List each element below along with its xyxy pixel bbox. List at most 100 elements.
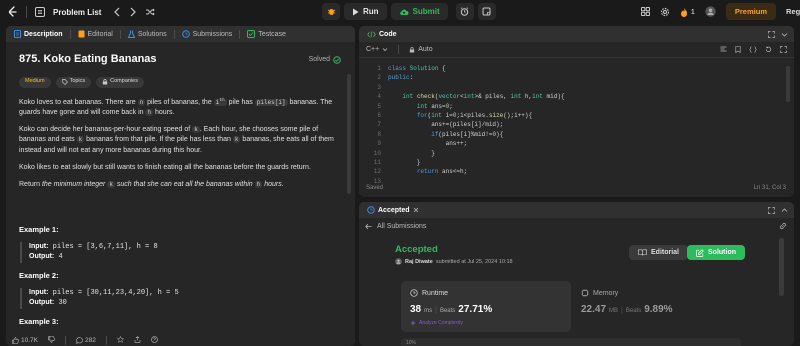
code-text: } [388,149,435,157]
debug-button[interactable] [322,3,340,20]
collapse-icon[interactable] [781,207,788,214]
tab-editorial[interactable]: Editorial [75,30,116,38]
bookmark-icon[interactable] [735,46,741,53]
memory-unit: MB [609,308,619,314]
submit-button[interactable]: Submit [390,3,448,20]
runtime-distribution-chart[interactable]: 10% [401,338,741,346]
close-icon[interactable] [413,207,419,213]
notes-button[interactable] [477,3,496,20]
code-line[interactable]: 4 int check(vector<int>& piles, int h,in… [359,92,779,101]
code-line[interactable]: 5 int ans=0; [359,102,779,111]
accepted-status: Accepted [395,244,438,255]
like-button[interactable]: 10.7K [12,337,38,344]
example-2-input: piles = [30,11,23,4,20], h = 5 [52,288,179,297]
share-button[interactable] [134,335,141,345]
companies-label: Companies [110,78,138,85]
timer-button[interactable] [455,3,474,20]
logo-icon[interactable] [8,6,18,18]
code-line[interactable]: 13 [359,177,779,184]
user-avatar-icon [395,258,402,265]
tag-icon [61,79,68,86]
lock-icon [410,46,415,52]
tab-description[interactable]: Description [11,30,66,38]
code-line[interactable]: 1 class Solution { [359,64,779,73]
tab-code[interactable]: Code [364,31,400,38]
collapse-icon[interactable] [781,31,788,38]
code-scrollbar[interactable] [786,66,790,102]
play-icon [352,8,359,16]
chevron-down-icon [382,48,388,52]
streak-counter[interactable]: 1 [680,7,695,17]
description-footer: 10.7K 282 [6,334,355,346]
code-text: int ans=0; [416,102,453,110]
history-icon [367,206,375,214]
document-icon [14,30,21,38]
run-button[interactable]: Run [344,3,387,20]
register-link-partial[interactable]: Reg [786,7,800,16]
code-line[interactable]: 11 } [359,158,779,167]
all-submissions-link[interactable]: All Submissions [365,223,426,230]
example-2-output: 30 [58,299,67,308]
tab-accepted[interactable]: Accepted [364,206,422,214]
shuffle-icon[interactable] [145,7,156,17]
flame-icon [680,7,687,17]
dislike-button[interactable] [48,335,55,345]
code-editor[interactable]: 1 class Solution {2 public: 3 4 int check(ve… [359,64,794,184]
book-open-icon [638,249,647,256]
reset-icon[interactable] [765,46,772,53]
code-text: } [388,159,421,166]
tab-testcase[interactable]: Testcase [244,30,289,38]
layout-grid-icon[interactable] [640,7,650,16]
avatar[interactable] [705,6,716,17]
code-text: public: [388,74,414,82]
problem-title[interactable]: 875. Koko Eating Bananas [19,52,157,68]
code-line[interactable]: 6 for(int i=0;i<piles.size();i++){ [359,111,779,120]
settings-gear-icon[interactable] [660,7,670,17]
description-paragraph-3: Koko likes to eat slowly but still wants… [19,163,311,171]
code-line[interactable]: 10 } [359,149,779,158]
code-line[interactable]: 8 if(piles[i]%mid!=0){ [359,130,779,139]
code-line[interactable]: 9 ans++; [359,139,779,148]
editorial-button[interactable]: Editorial [629,245,689,260]
link-icon[interactable] [779,222,787,230]
list-icon[interactable] [35,7,45,17]
topics-button[interactable]: Topics [55,76,92,88]
next-problem-icon[interactable] [129,7,137,17]
help-button[interactable] [151,335,158,345]
description-scrollbar[interactable] [347,74,351,194]
code-line[interactable]: 7 ans+=(piles[i]/mid); [359,120,779,129]
analyze-complexity-link[interactable]: Analyze Complexity [410,320,463,326]
top-bar: Problem List Run Submit 1 Premium Reg [0,0,800,24]
favorite-button[interactable] [116,335,125,345]
submitter-name[interactable]: Raj Diwate [405,259,433,265]
braces-icon[interactable] [749,46,757,53]
comments-button[interactable]: 282 [76,337,96,344]
editorial-label: Editorial [651,249,680,256]
expand-icon[interactable] [780,46,787,53]
problem-list-link[interactable]: Problem List [53,8,101,17]
solution-button[interactable]: Solution [687,245,745,260]
auto-mode[interactable]: Auto [409,46,433,53]
language-select[interactable]: C++ [366,46,388,53]
companies-button[interactable]: Companies [96,76,144,88]
runtime-card[interactable]: Runtime 38 ms | Beats 27.71% Analyze Com… [401,281,571,332]
code-line[interactable]: 2 public: [359,73,779,82]
memory-value: 22.47 [581,304,607,315]
code-line[interactable]: 3 [359,83,779,92]
fullscreen-icon[interactable] [768,206,775,214]
code-line[interactable]: 12 return ans<=h; [359,167,779,176]
line-number: 12 [373,168,381,176]
result-scrollbar[interactable] [779,238,784,296]
tab-submissions[interactable]: Submissions [179,30,236,38]
memory-card[interactable]: Memory 22.47 MB | Beats 9.89% [575,281,745,332]
premium-button[interactable]: Premium [725,3,776,20]
prev-problem-icon[interactable] [113,7,121,17]
difficulty-badge[interactable]: Medium [19,76,51,88]
fullscreen-icon[interactable] [768,30,775,38]
check-circle-icon [333,56,341,64]
tab-testcase-label: Testcase [258,30,286,38]
example-2-box: Input: piles = [30,11,23,4,20], h = 5 Ou… [20,287,341,309]
format-icon[interactable] [720,46,727,53]
tab-solutions[interactable]: Solutions [125,30,170,38]
memory-beats-value: 9.89% [644,304,673,315]
